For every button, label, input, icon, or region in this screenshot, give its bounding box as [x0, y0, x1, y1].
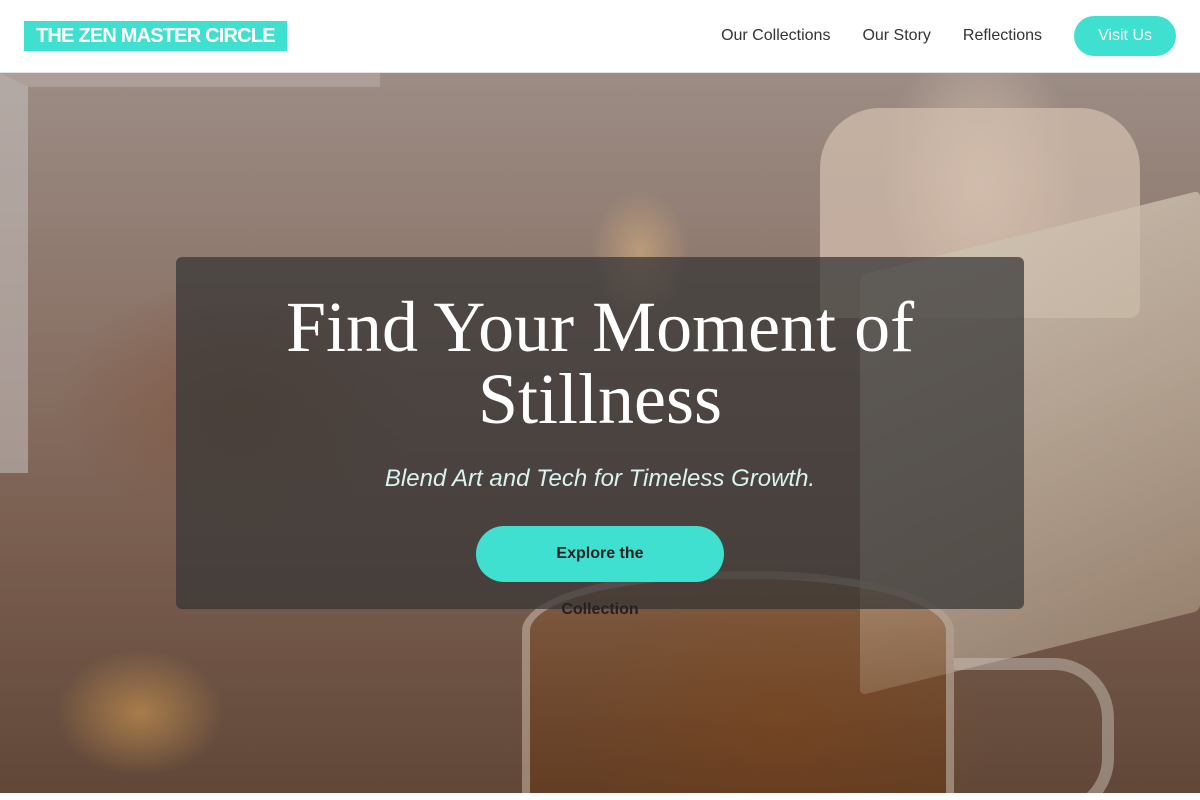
- explore-collection-button[interactable]: Explore the Collection: [476, 526, 724, 618]
- page-bottom-edge: [0, 793, 1200, 800]
- site-header: THE ZEN MASTER CIRCLE Our Collections Ou…: [0, 0, 1200, 73]
- nav-link-reflections[interactable]: Reflections: [963, 27, 1042, 45]
- hero-subtitle: Blend Art and Tech for Timeless Growth.: [384, 465, 816, 492]
- nav-link-our-story[interactable]: Our Story: [862, 27, 930, 45]
- main-nav: Our Collections Our Story Reflections Vi…: [721, 16, 1176, 56]
- visit-us-button[interactable]: Visit Us: [1074, 16, 1176, 56]
- brand-logo[interactable]: THE ZEN MASTER CIRCLE: [24, 21, 287, 51]
- hero-panel: Find Your Moment of Stillness Blend Art …: [176, 257, 1024, 618]
- hero-headline: Find Your Moment of Stillness: [285, 287, 915, 439]
- nav-link-collections[interactable]: Our Collections: [721, 27, 830, 45]
